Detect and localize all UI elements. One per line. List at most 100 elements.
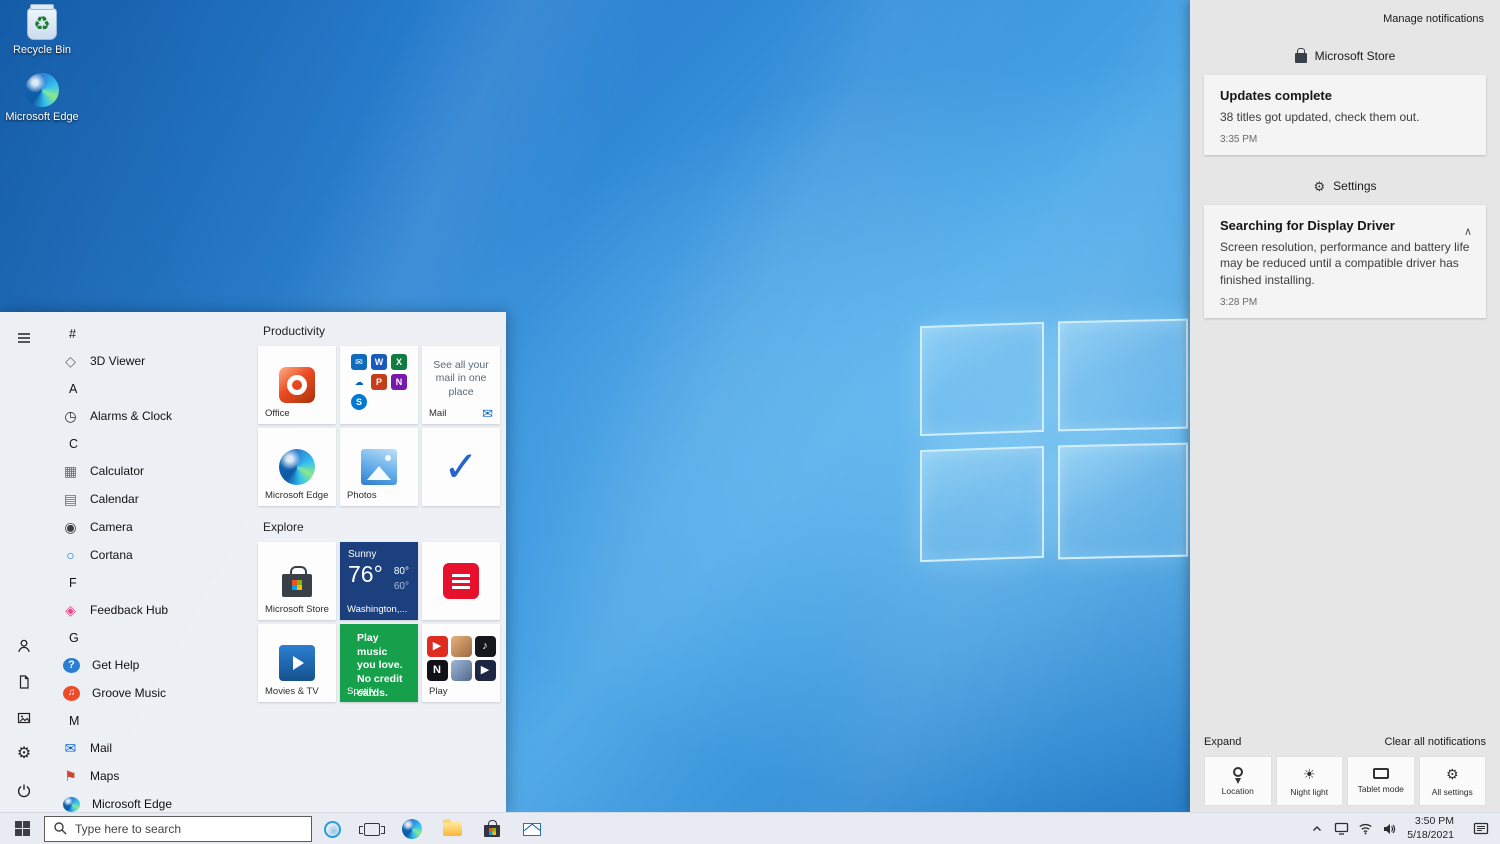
tile-group-title-explore[interactable]: Explore	[263, 520, 504, 534]
action-center: Manage notifications Microsoft Store Upda…	[1190, 0, 1500, 812]
m365-icons: ✉WX☁PNS	[351, 354, 407, 410]
tray-chevron-up-icon[interactable]	[1305, 813, 1329, 844]
app-list-item-get-help[interactable]: Get Help	[48, 651, 254, 679]
tile-movies-tv[interactable]: Movies & TV	[258, 624, 336, 702]
start-power-button[interactable]	[0, 772, 48, 808]
taskbar-button-task-view[interactable]	[352, 813, 392, 844]
app-list-item-alarms-clock[interactable]: Alarms & Clock	[48, 402, 254, 430]
app-list-item-feedback-hub[interactable]: Feedback Hub	[48, 596, 254, 624]
notification-group-title: Microsoft Store	[1315, 49, 1396, 63]
start-settings-button[interactable]: ⚙	[0, 736, 48, 772]
app-label: Camera	[90, 520, 133, 534]
expand-link[interactable]: Expand	[1204, 736, 1241, 748]
tile-group-title-productivity[interactable]: Productivity	[263, 324, 504, 338]
app-list-item-3d-viewer[interactable]: 3D Viewer	[48, 347, 254, 375]
app-list-item-maps[interactable]: Maps	[48, 762, 254, 790]
mail-icon	[523, 823, 541, 836]
quick-action-night-light[interactable]: ☀Night light	[1276, 756, 1344, 806]
tile-spotify[interactable]: Play music you love. No credit cards.Spo…	[340, 624, 418, 702]
taskbar-button-mail[interactable]	[512, 813, 552, 844]
collapse-chevron-icon[interactable]: ∧	[1464, 225, 1472, 238]
tile-play[interactable]: ▶♪N▶Play	[422, 624, 500, 702]
tile-m365[interactable]: ✉WX☁PNS	[340, 346, 418, 424]
notification-card[interactable]: Updates complete38 titles got updated, c…	[1204, 75, 1486, 155]
app-section-letter-c[interactable]: C	[48, 430, 254, 457]
app-list-item-mail[interactable]: Mail	[48, 734, 254, 762]
app-label: Groove Music	[92, 686, 166, 700]
taskbar-search[interactable]	[44, 816, 312, 842]
feedback-icon	[62, 602, 79, 619]
app-section-letter-a[interactable]: A	[48, 375, 254, 402]
tile-washington[interactable]: Sunny76°80°60°Washington,...	[340, 542, 418, 620]
quick-actions: Location ☀Night light Tablet mode ⚙All sett…	[1204, 756, 1486, 806]
app-list-item-camera[interactable]: Camera	[48, 513, 254, 541]
tile-todo[interactable]	[422, 428, 500, 506]
tray-display-icon[interactable]	[1329, 813, 1353, 844]
quick-action-location[interactable]: Location	[1204, 756, 1272, 806]
search-input[interactable]	[75, 822, 303, 836]
app-list-item-calculator[interactable]: Calculator	[48, 457, 254, 485]
app-section-letter-g[interactable]: G	[48, 624, 254, 651]
notification-body: 38 titles got updated, check them out.	[1220, 109, 1470, 125]
taskbar: 3:50 PM 5/18/2021	[0, 812, 1500, 844]
quick-action-label: Location	[1222, 786, 1254, 796]
taskbar-pinned	[312, 813, 552, 844]
taskbar-clock[interactable]: 3:50 PM 5/18/2021	[1401, 815, 1462, 842]
app-label: Calendar	[90, 492, 139, 506]
start-documents-button[interactable]	[0, 664, 48, 700]
mini-app-icon	[451, 660, 472, 681]
mini-app-icon: ▶	[427, 636, 448, 657]
start-expand-button[interactable]	[0, 320, 48, 356]
notification-group-header-settings[interactable]: ⚙Settings	[1204, 179, 1486, 193]
tile-microsoft-edge[interactable]: Microsoft Edge	[258, 428, 336, 506]
tile-office[interactable]: Office	[258, 346, 336, 424]
app-label: Calculator	[90, 464, 144, 478]
tile-label: Microsoft Edge	[265, 490, 328, 501]
taskbar-button-cortana[interactable]	[312, 813, 352, 844]
calculator-icon	[62, 463, 79, 480]
quick-action-tablet-mode[interactable]: Tablet mode	[1347, 756, 1415, 806]
app-list-item-cortana[interactable]: Cortana	[48, 541, 254, 569]
start-rail: ⚙	[0, 312, 48, 812]
tile-label: Photos	[347, 490, 377, 501]
task-view-icon	[364, 823, 380, 836]
clear-all-notifications-link[interactable]: Clear all notifications	[1385, 736, 1487, 748]
tile-mail[interactable]: See all your mail in one place✉Mail	[422, 346, 500, 424]
manage-notifications-link[interactable]: Manage notifications	[1204, 0, 1486, 25]
app-list-item-calendar[interactable]: Calendar	[48, 485, 254, 513]
microsoft-store-icon	[484, 825, 500, 837]
weather-high: 80°	[394, 564, 409, 579]
app-section-letter-f[interactable]: F	[48, 569, 254, 596]
windows-start-icon	[15, 821, 30, 836]
tile-microsoft-store[interactable]: Microsoft Store	[258, 542, 336, 620]
start-button[interactable]	[0, 813, 44, 844]
edge-icon	[63, 797, 80, 812]
taskbar-button-file-explorer[interactable]	[432, 813, 472, 844]
start-tiles: Productivity Office ✉WX☁PNS See all your ma…	[254, 312, 506, 812]
notification-group-header-microsoft-store[interactable]: Microsoft Store	[1204, 49, 1486, 63]
tile-photos[interactable]: Photos	[340, 428, 418, 506]
quick-action-label: Night light	[1290, 787, 1328, 797]
hamburger-icon	[16, 330, 32, 346]
start-pictures-button[interactable]	[0, 700, 48, 736]
app-section-letter-hash[interactable]: #	[48, 320, 254, 347]
taskbar-button-microsoft-store[interactable]	[472, 813, 512, 844]
desktop-icon-recycle-bin[interactable]: ♻Recycle Bin	[4, 6, 80, 57]
tile-news[interactable]	[422, 542, 500, 620]
start-app-list: #3D ViewerAAlarms & ClockC Calculator Cale…	[48, 312, 254, 812]
desktop-icon-microsoft-edge[interactable]: Microsoft Edge	[4, 73, 80, 124]
app-list-item-microsoft-edge[interactable]: Microsoft Edge	[48, 790, 254, 812]
tray-volume-icon[interactable]	[1377, 813, 1401, 844]
tray-network-icon[interactable]	[1353, 813, 1377, 844]
notification-card[interactable]: Searching for Display DriverScreen resol…	[1204, 205, 1486, 318]
screen: ♻Recycle BinMicrosoft Edge ⚙ #3D Viewe	[0, 0, 1500, 844]
action-center-button[interactable]	[1462, 813, 1500, 844]
power-icon	[16, 782, 32, 799]
taskbar-button-edge[interactable]	[392, 813, 432, 844]
mini-app-icon: ✉	[351, 354, 367, 370]
app-section-letter-m[interactable]: M	[48, 707, 254, 734]
app-list-item-groove-music[interactable]: Groove Music	[48, 679, 254, 707]
quick-action-all-settings[interactable]: ⚙All settings	[1419, 756, 1487, 806]
start-user-button[interactable]	[0, 628, 48, 664]
quick-action-label: Tablet mode	[1358, 784, 1404, 794]
